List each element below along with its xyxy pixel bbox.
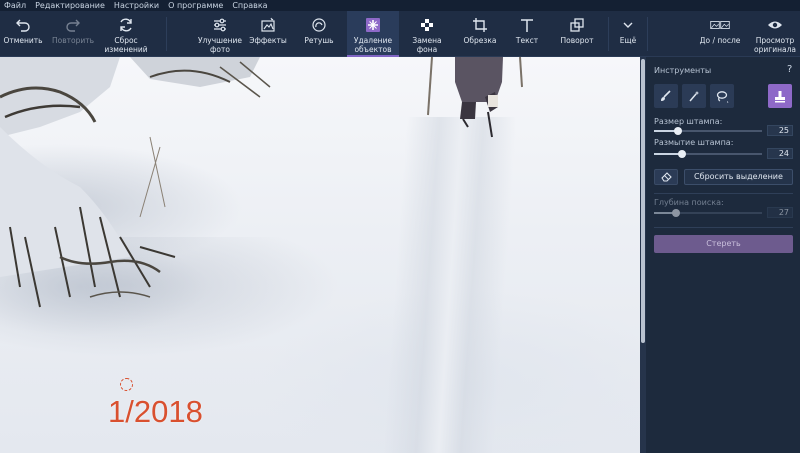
retouch-label: Ретушь [304,36,334,45]
background-replace-button[interactable]: Замена фона [402,11,452,57]
background-replace-label: Замена фона [412,36,442,54]
enhance-photo-label: Улучшение фото [197,36,243,54]
effects-button[interactable]: Эффекты [244,11,292,57]
before-after-button[interactable]: До / после [694,11,746,57]
menu-edit[interactable]: Редактирование [35,0,105,11]
crop-icon [470,15,490,35]
reset-changes-label: Сброс изменений [104,36,148,54]
clone-stamp-tool-button[interactable] [768,84,792,108]
menu-about[interactable]: О программе [168,0,223,11]
effects-icon [258,15,278,35]
lasso-icon [716,90,728,102]
text-label: Текст [515,36,539,45]
search-depth-knob[interactable] [671,209,680,217]
photo-scene [0,57,523,308]
magic-wand-icon [689,91,699,102]
stamp-size-value[interactable]: 25 [767,125,793,136]
rotate-button[interactable]: Поворот [552,11,602,57]
redo-button[interactable]: Повторить [48,11,98,57]
undo-button[interactable]: Отменить [0,11,46,57]
magic-wand-tool-button[interactable] [682,84,706,108]
panel-divider [654,193,793,194]
undo-label: Отменить [3,36,43,45]
refresh-icon [116,15,136,35]
toolbar-divider [647,17,648,51]
undo-icon [13,15,33,35]
more-label: Ещё [619,36,637,45]
eraser-icon [660,172,672,182]
brush-tool-button[interactable] [654,84,678,108]
menu-settings[interactable]: Настройки [114,0,159,11]
sliders-icon [210,15,230,35]
text-icon [517,15,537,35]
reset-selection-button[interactable]: Сбросить выделение [684,169,793,185]
reset-changes-button[interactable]: Сброс изменений [100,11,152,57]
menu-bar: Файл Редактирование Настройки О программ… [0,0,800,11]
stamp-blur-knob[interactable] [678,150,687,158]
brush-icon [661,90,671,101]
lasso-tool-button[interactable] [710,84,734,108]
preview-original-label: Просмотр оригинала [754,36,796,54]
stamp-size-knob[interactable] [673,127,682,135]
erase-button[interactable]: Стереть [654,235,793,253]
eraser-tool-button[interactable] [654,169,678,185]
text-button[interactable]: Текст [504,11,550,57]
brush-cursor [120,378,133,391]
menu-help[interactable]: Справка [232,0,267,11]
scrollbar-thumb[interactable] [641,59,645,343]
search-depth-value[interactable]: 27 [767,207,793,218]
stamp-size-label: Размер штампа: [654,117,723,126]
rotate-icon [567,15,587,35]
photo-canvas[interactable]: 1/2018 [0,57,640,453]
stamp-icon [775,90,785,102]
redo-icon [63,15,83,35]
menu-file[interactable]: Файл [4,0,26,11]
date-watermark: 1/2018 [108,394,203,429]
search-depth-slider[interactable] [654,209,762,217]
object-removal-icon [363,15,383,35]
object-removal-label: Удаление объектов [353,36,393,54]
crop-button[interactable]: Обрезка [456,11,504,57]
effects-label: Эффекты [249,36,287,45]
background-replace-icon [417,15,437,35]
enhance-photo-button[interactable]: Улучшение фото [192,11,248,57]
rotate-label: Поворот [560,36,594,45]
before-after-icon [710,15,730,35]
stamp-blur-slider[interactable] [654,150,762,158]
help-icon[interactable]: ? [787,64,792,75]
stamp-blur-value[interactable]: 24 [767,148,793,159]
object-removal-button[interactable]: Удаление объектов [347,11,399,57]
panel-divider [654,227,793,228]
search-depth-label: Глубина поиска: [654,198,724,207]
retouch-button[interactable]: Ретушь [296,11,342,57]
toolbar-divider [608,17,609,51]
before-after-label: До / после [699,36,741,45]
more-button[interactable]: Ещё [612,11,644,57]
panel-title: Инструменты [654,66,712,75]
chevron-down-icon [618,15,638,35]
tools-panel: Инструменты ? Размер штампа: 25 Размытие… [646,57,800,453]
crop-label: Обрезка [463,36,497,45]
eye-icon [765,15,785,35]
preview-original-button[interactable]: Просмотр оригинала [750,11,800,57]
stamp-size-slider[interactable] [654,127,762,135]
redo-label: Повторить [51,36,95,45]
retouch-icon [309,15,329,35]
stamp-blur-label: Размытие штампа: [654,138,734,147]
toolbar: Отменить Повторить Сброс изменений Улучш… [0,11,800,57]
toolbar-divider [166,17,167,51]
